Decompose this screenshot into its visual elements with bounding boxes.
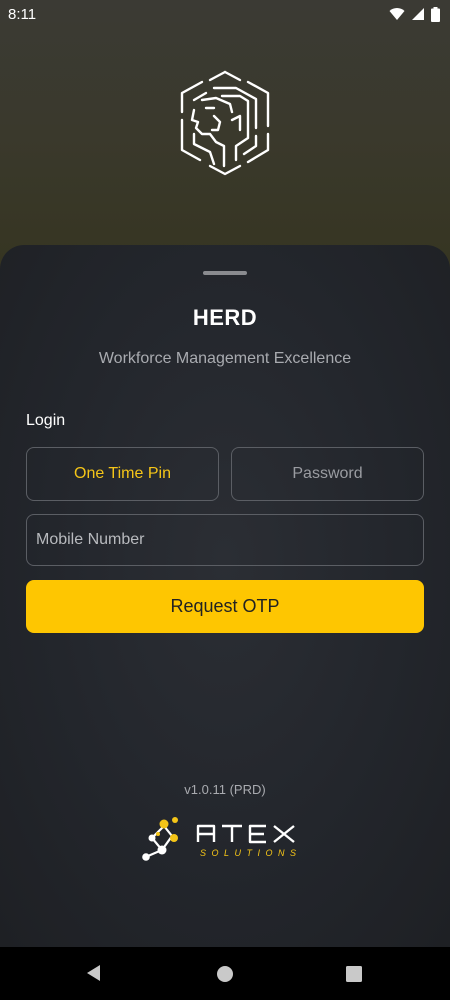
request-otp-label: Request OTP (170, 596, 280, 616)
status-time: 8:11 (8, 5, 37, 23)
mobile-number-field[interactable]: Mobile Number (26, 514, 424, 566)
app-title: HERD (192, 305, 258, 330)
tab-password[interactable]: Password (231, 447, 424, 501)
status-icons (389, 6, 440, 22)
status-bar: 8:11 (0, 0, 450, 28)
tab-password-label: Password (292, 465, 363, 482)
tab-one-time-pin-label: One Time Pin (74, 465, 171, 482)
lion-logo-icon (170, 68, 280, 178)
back-icon[interactable] (85, 964, 103, 982)
wifi-icon (389, 8, 405, 20)
system-nav-bar (0, 947, 450, 1000)
app-subtitle: Workforce Management Excellence (98, 350, 352, 367)
login-heading: Login (26, 412, 66, 429)
home-icon[interactable] (216, 965, 234, 983)
sheet-drag-handle[interactable] (203, 271, 247, 275)
request-otp-button[interactable]: Request OTP (26, 580, 424, 633)
signal-icon (412, 8, 424, 20)
mobile-number-placeholder: Mobile Number (36, 531, 145, 548)
tab-one-time-pin[interactable]: One Time Pin (26, 447, 219, 501)
atex-solutions-logo: SOLUTIONS (138, 812, 312, 868)
recents-icon[interactable] (346, 966, 362, 982)
battery-icon (431, 6, 440, 22)
svg-text:SOLUTIONS: SOLUTIONS (200, 848, 302, 858)
app-version: v1.0.11 (PRD) (184, 782, 266, 797)
